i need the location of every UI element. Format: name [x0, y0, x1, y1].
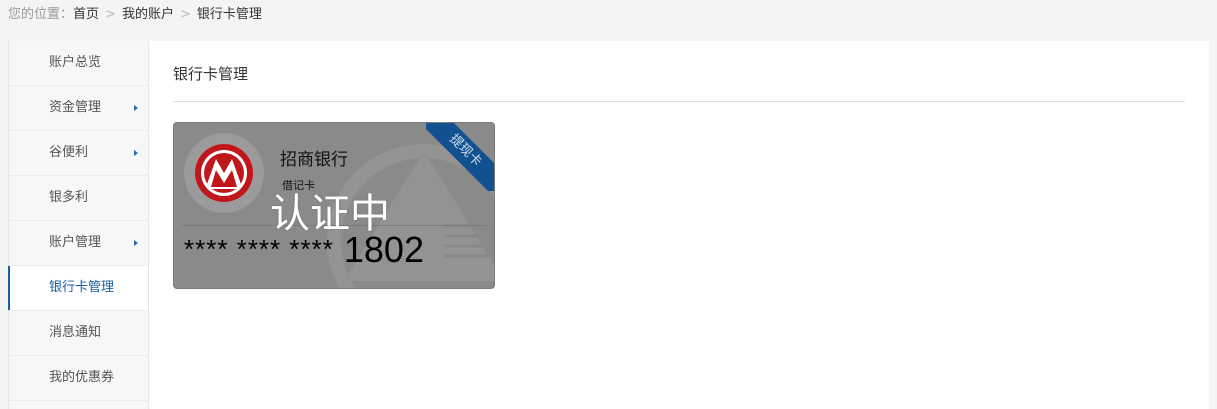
breadcrumb-current: 银行卡管理: [196, 7, 262, 22]
sidebar-item-label: 银行卡管理: [49, 280, 115, 295]
page-title: 银行卡管理: [173, 65, 249, 83]
breadcrumb-home-link[interactable]: 首页: [73, 7, 99, 22]
sidebar-item-account-overview[interactable]: 账户总览: [9, 41, 148, 86]
sidebar-item-label: 资金管理: [49, 100, 102, 115]
sidebar-item-notifications[interactable]: 消息通知: [9, 311, 148, 356]
sidebar: 账户总览 资金管理 谷便利 银多利 账户管理 银行卡管理 消息通知 我的优惠券: [8, 41, 149, 409]
sidebar-item-coupons[interactable]: 我的优惠券: [9, 356, 148, 401]
caret-right-icon: [134, 105, 138, 111]
caret-right-icon: [134, 150, 138, 156]
sidebar-item-label: 账户管理: [49, 235, 102, 250]
sidebar-item-gubianli[interactable]: 谷便利: [9, 131, 148, 176]
sidebar-item-account-management[interactable]: 账户管理: [9, 221, 148, 266]
sidebar-item-yinduoli[interactable]: 银多利: [9, 176, 148, 221]
withdraw-card-ribbon: 提现卡: [426, 123, 494, 191]
caret-right-icon: [134, 240, 138, 246]
breadcrumb-separator: >: [105, 7, 116, 22]
sidebar-item-label: 消息通知: [49, 325, 102, 340]
breadcrumb: 您的位置：首页 > 我的账户 > 银行卡管理: [8, 6, 262, 24]
breadcrumb-separator: >: [179, 7, 191, 22]
sidebar-item-bank-card-management[interactable]: 银行卡管理: [8, 266, 148, 311]
sidebar-item-label: 账户总览: [49, 55, 102, 70]
sidebar-item-label: 谷便利: [49, 145, 89, 160]
verification-status: 认证中: [270, 191, 390, 237]
title-divider: [173, 101, 1185, 102]
cmb-bank-logo-icon: [195, 144, 253, 202]
main-content: 银行卡管理 招商银行 借记卡 **** **** **** 1802 认证中 提…: [149, 41, 1209, 409]
ribbon-label: 提现卡: [426, 123, 494, 191]
sidebar-item-label: 我的优惠券: [49, 370, 115, 385]
bank-card[interactable]: 招商银行 借记卡 **** **** **** 1802 认证中 提现卡: [173, 122, 495, 289]
breadcrumb-prefix: 您的位置：: [8, 7, 74, 22]
sidebar-item-label: 银多利: [49, 190, 89, 205]
sidebar-item-fund-management[interactable]: 资金管理: [9, 86, 148, 131]
bank-name: 招商银行: [280, 150, 348, 170]
breadcrumb-account-link[interactable]: 我的账户: [122, 7, 174, 22]
